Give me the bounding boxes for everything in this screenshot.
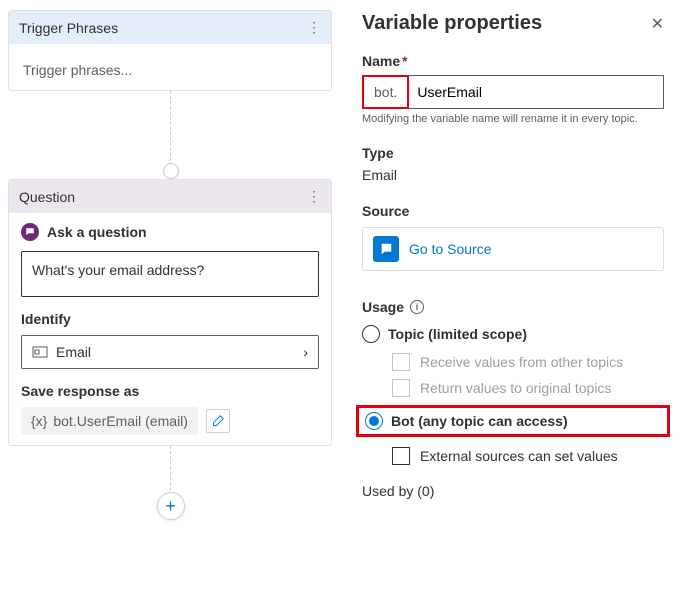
checkbox-icon bbox=[392, 447, 410, 465]
source-link-text: Go to Source bbox=[409, 241, 492, 257]
usage-topic-label: Topic (limited scope) bbox=[388, 326, 527, 342]
connector-line: + bbox=[170, 446, 171, 506]
name-prefix: bot. bbox=[362, 75, 409, 109]
properties-panel: Variable properties ✕ Name* bot. Modifyi… bbox=[340, 0, 686, 594]
variable-name: bot.UserEmail (email) bbox=[53, 413, 188, 429]
edit-button[interactable] bbox=[206, 409, 230, 433]
ask-row: Ask a question bbox=[21, 223, 319, 241]
usage-label: Usage bbox=[362, 299, 404, 315]
return-values-checkbox: Return values to original topics bbox=[392, 379, 664, 397]
question-header[interactable]: Question ⋮ bbox=[9, 180, 331, 213]
type-value: Email bbox=[362, 167, 664, 183]
return-values-label: Return values to original topics bbox=[420, 380, 611, 396]
question-input[interactable]: What's your email address? bbox=[21, 251, 319, 297]
radio-icon bbox=[362, 325, 380, 343]
type-field: Type Email bbox=[362, 145, 664, 183]
panel-title: Variable properties bbox=[362, 12, 542, 35]
chat-bubble-icon bbox=[21, 223, 39, 241]
question-node: Question ⋮ Ask a question What's your em… bbox=[8, 179, 332, 446]
receive-values-label: Receive values from other topics bbox=[420, 354, 623, 370]
usage-bot-label: Bot (any topic can access) bbox=[391, 413, 568, 429]
save-label: Save response as bbox=[21, 383, 319, 399]
trigger-title: Trigger Phrases bbox=[19, 20, 118, 36]
pencil-icon bbox=[212, 415, 224, 427]
brace-icon: {x} bbox=[31, 413, 47, 429]
trigger-node: Trigger Phrases ⋮ Trigger phrases... bbox=[8, 10, 332, 91]
close-icon[interactable]: ✕ bbox=[651, 14, 664, 34]
plus-icon: + bbox=[165, 496, 176, 517]
connector-line bbox=[170, 91, 171, 171]
external-sources-checkbox[interactable]: External sources can set values bbox=[392, 447, 664, 465]
usage-topic-radio[interactable]: Topic (limited scope) bbox=[362, 325, 664, 343]
name-label: Name* bbox=[362, 53, 664, 69]
usage-bot-radio[interactable]: Bot (any topic can access) bbox=[365, 412, 661, 430]
source-label: Source bbox=[362, 203, 664, 219]
trigger-header[interactable]: Trigger Phrases ⋮ bbox=[9, 11, 331, 44]
identify-value: Email bbox=[56, 344, 91, 360]
checkbox-icon bbox=[392, 379, 410, 397]
trigger-placeholder: Trigger phrases... bbox=[21, 54, 319, 80]
source-icon bbox=[373, 236, 399, 262]
chevron-right-icon: › bbox=[303, 344, 308, 360]
type-label: Type bbox=[362, 145, 664, 161]
usage-field: Usage i Topic (limited scope) Receive va… bbox=[362, 299, 664, 465]
more-icon[interactable]: ⋮ bbox=[307, 188, 321, 205]
variable-chip[interactable]: {x} bot.UserEmail (email) bbox=[21, 407, 198, 435]
identify-selector[interactable]: Email › bbox=[21, 335, 319, 369]
question-text: What's your email address? bbox=[32, 262, 204, 278]
go-to-source-button[interactable]: Go to Source bbox=[362, 227, 664, 271]
card-icon bbox=[32, 344, 48, 360]
highlighted-option: Bot (any topic can access) bbox=[356, 405, 670, 437]
name-field: Name* bot. Modifying the variable name w… bbox=[362, 53, 664, 125]
external-sources-label: External sources can set values bbox=[420, 448, 618, 464]
panel-header: Variable properties ✕ bbox=[362, 12, 664, 35]
radio-selected-icon bbox=[365, 412, 383, 430]
connector-circle-icon[interactable] bbox=[163, 163, 179, 179]
identify-label: Identify bbox=[21, 311, 319, 327]
checkbox-icon bbox=[392, 353, 410, 371]
more-icon[interactable]: ⋮ bbox=[307, 19, 321, 36]
info-icon[interactable]: i bbox=[410, 300, 424, 314]
variable-name-input[interactable] bbox=[409, 76, 663, 108]
canvas-pane: Trigger Phrases ⋮ Trigger phrases... Que… bbox=[0, 0, 340, 594]
question-title: Question bbox=[19, 189, 75, 205]
source-field: Source Go to Source bbox=[362, 203, 664, 271]
question-body: Ask a question What's your email address… bbox=[9, 213, 331, 445]
required-asterisk: * bbox=[402, 53, 407, 69]
ask-label: Ask a question bbox=[47, 224, 147, 240]
used-by-label: Used by (0) bbox=[362, 483, 664, 499]
receive-values-checkbox: Receive values from other topics bbox=[392, 353, 664, 371]
add-node-button[interactable]: + bbox=[157, 492, 185, 520]
name-hint: Modifying the variable name will rename … bbox=[362, 113, 664, 125]
trigger-body[interactable]: Trigger phrases... bbox=[9, 44, 331, 90]
